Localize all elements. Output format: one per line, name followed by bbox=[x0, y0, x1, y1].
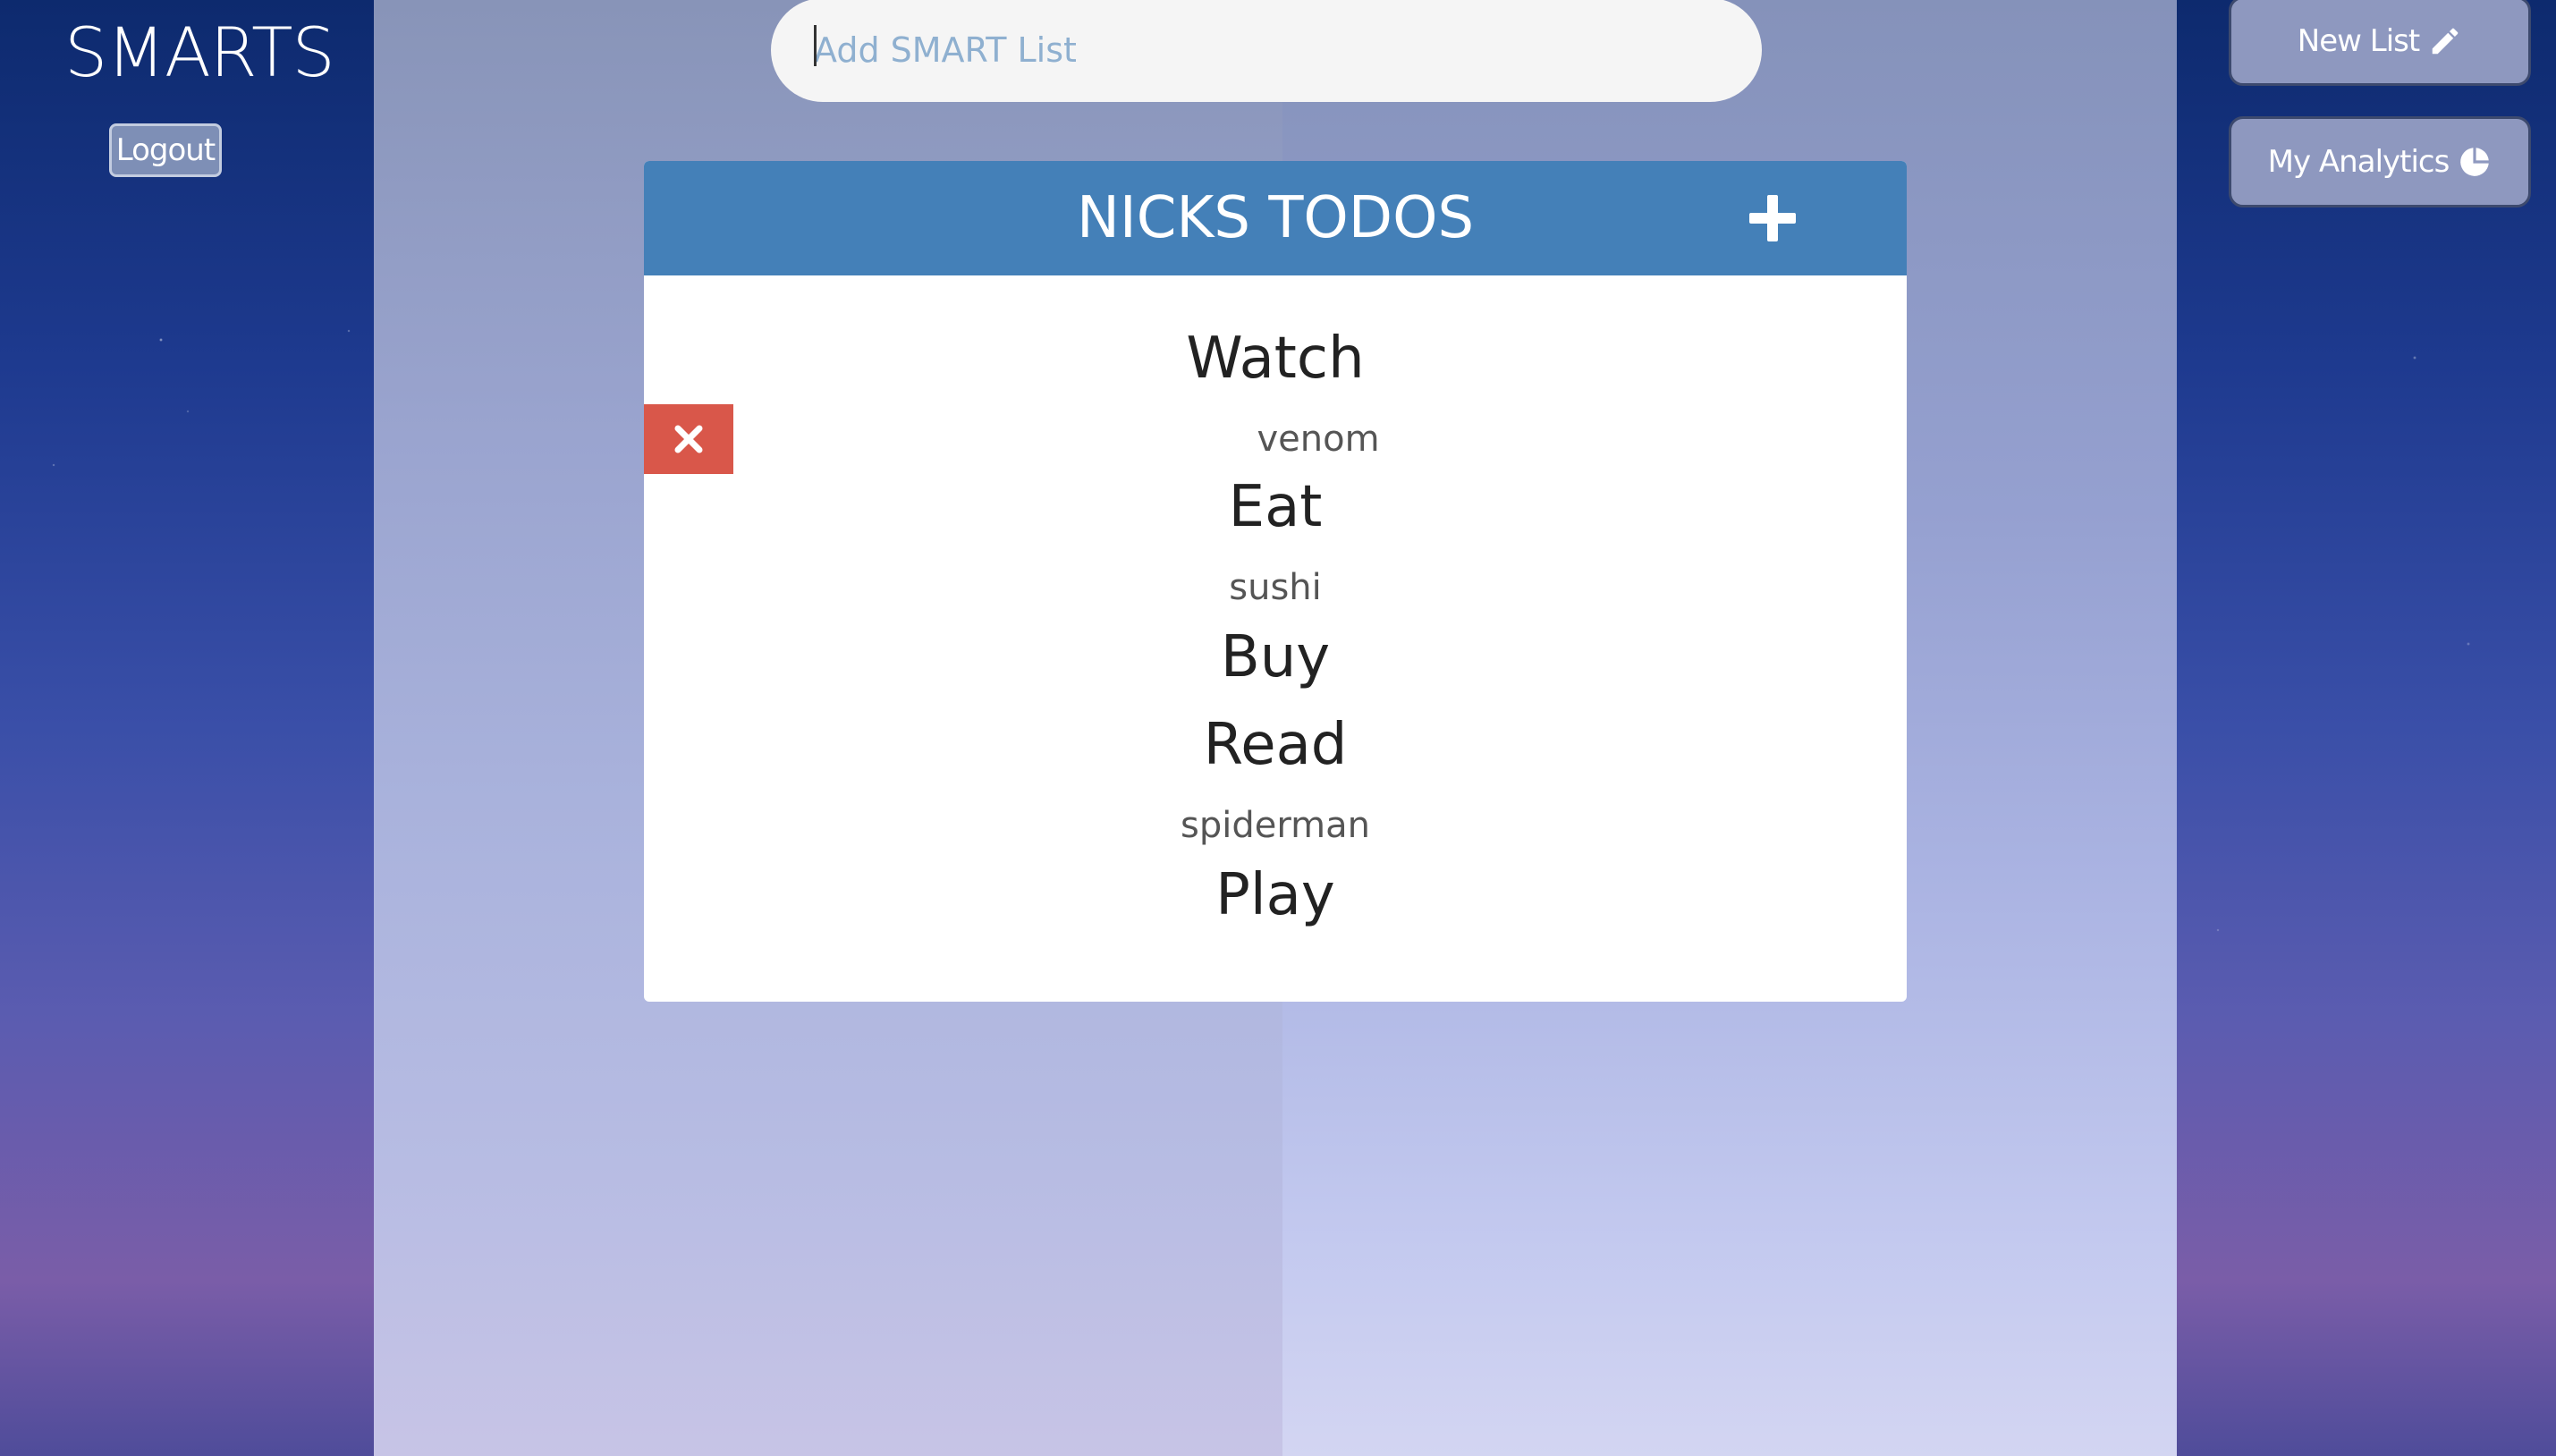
todo-detail-spiderman[interactable]: spiderman bbox=[1181, 805, 1370, 846]
todo-detail-sushi[interactable]: sushi bbox=[1229, 567, 1322, 608]
todo-category-play[interactable]: Play bbox=[1215, 862, 1334, 928]
plus-icon[interactable] bbox=[1746, 191, 1799, 245]
add-smart-list-input[interactable] bbox=[771, 0, 1762, 102]
close-icon bbox=[674, 425, 703, 453]
todo-category-eat[interactable]: Eat bbox=[1229, 474, 1323, 540]
new-list-label: New List bbox=[2297, 23, 2420, 59]
new-list-button[interactable]: New List bbox=[2229, 0, 2531, 86]
todo-category-watch[interactable]: Watch bbox=[1186, 326, 1364, 392]
list-title: NICKS TODOS bbox=[1076, 185, 1475, 251]
pencil-icon bbox=[2432, 28, 2459, 55]
todo-category-buy[interactable]: Buy bbox=[1221, 624, 1330, 690]
delete-item-button[interactable] bbox=[644, 404, 733, 474]
text-caret bbox=[814, 25, 817, 66]
todo-category-read[interactable]: Read bbox=[1204, 712, 1348, 778]
pie-chart-icon bbox=[2460, 148, 2490, 176]
todo-detail-venom[interactable]: venom bbox=[1257, 419, 1379, 460]
card-header: NICKS TODOS bbox=[644, 161, 1907, 275]
my-analytics-button[interactable]: My Analytics bbox=[2229, 116, 2531, 207]
my-analytics-label: My Analytics bbox=[2267, 144, 2450, 180]
logout-button[interactable]: Logout bbox=[109, 123, 222, 177]
brand-logo: SMARTS bbox=[64, 13, 335, 92]
